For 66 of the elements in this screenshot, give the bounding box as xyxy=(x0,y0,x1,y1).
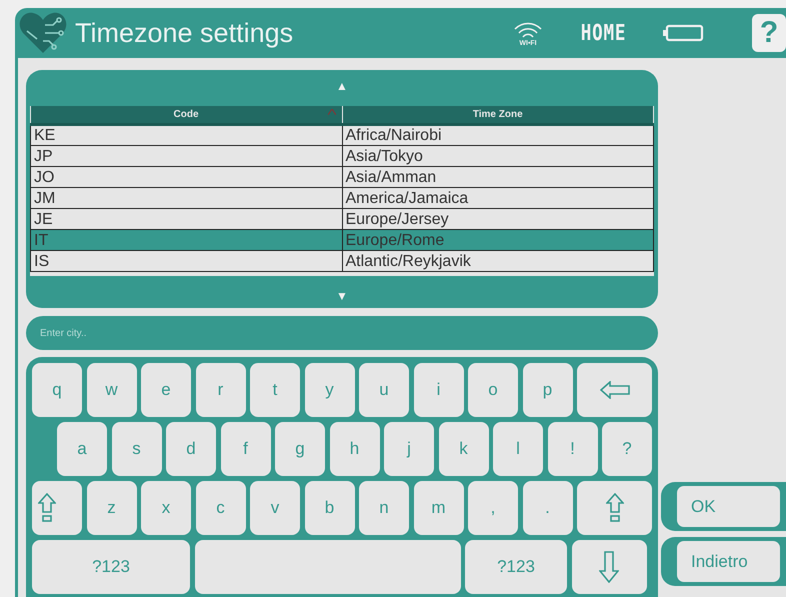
key[interactable]: u xyxy=(359,363,409,417)
symbols-key[interactable]: ?123 xyxy=(465,540,567,594)
key[interactable]: l xyxy=(493,422,543,476)
hide-keyboard-key[interactable] xyxy=(572,540,646,594)
home-link[interactable]: HOME xyxy=(580,16,626,50)
key[interactable]: y xyxy=(304,363,354,417)
key[interactable]: s xyxy=(112,422,162,476)
table-cell[interactable]: IT xyxy=(30,230,342,250)
key[interactable]: . xyxy=(522,481,572,535)
key[interactable]: r xyxy=(196,363,246,417)
key[interactable]: x xyxy=(141,481,191,535)
shift-key[interactable] xyxy=(32,481,82,535)
key[interactable]: v xyxy=(250,481,300,535)
table-cell[interactable]: JM xyxy=(30,188,342,208)
key[interactable]: i xyxy=(414,363,464,417)
scroll-up-button[interactable]: ▲ xyxy=(336,80,348,92)
column-header[interactable]: Time Zone xyxy=(342,106,654,124)
key[interactable]: f xyxy=(220,422,270,476)
table-cell[interactable]: JO xyxy=(30,166,342,188)
key[interactable]: w xyxy=(86,363,136,417)
table-cell[interactable]: Europe/Rome xyxy=(342,230,654,250)
table-cell[interactable]: Asia/Amman xyxy=(342,166,654,188)
table-cell[interactable]: Asia/Tokyo xyxy=(342,146,654,166)
table-cell[interactable]: JP xyxy=(30,146,342,166)
window-title: Timezone settings xyxy=(75,16,294,50)
backspace-arrow-icon xyxy=(600,381,630,399)
key[interactable]: k xyxy=(438,422,488,476)
table-cell[interactable]: America/Jamaica xyxy=(342,188,654,208)
key[interactable]: n xyxy=(359,481,409,535)
ok-button[interactable]: OK xyxy=(677,486,780,527)
symbols-key[interactable]: ?123 xyxy=(32,540,190,594)
key[interactable]: h xyxy=(330,422,380,476)
key[interactable]: z xyxy=(86,481,136,535)
help-button[interactable]: ? xyxy=(752,14,786,52)
table-cell[interactable]: KE xyxy=(30,124,342,146)
shift-arrow-icon xyxy=(606,493,624,523)
back-button[interactable]: Indietro xyxy=(677,541,780,582)
key[interactable]: t xyxy=(250,363,300,417)
key[interactable]: j xyxy=(384,422,434,476)
key[interactable]: d xyxy=(166,422,216,476)
scroll-down-button[interactable]: ▼ xyxy=(336,290,348,302)
key[interactable]: ? xyxy=(602,422,652,476)
key[interactable]: g xyxy=(275,422,325,476)
shift-key[interactable] xyxy=(577,481,652,535)
key[interactable]: m xyxy=(414,481,464,535)
sort-caret-icon xyxy=(328,109,336,115)
table-cell[interactable]: Africa/Nairobi xyxy=(342,124,654,146)
wifi-icon xyxy=(513,20,544,40)
key[interactable]: e xyxy=(141,363,191,417)
key[interactable]: p xyxy=(522,363,572,417)
backspace-key[interactable] xyxy=(577,363,652,417)
key[interactable]: o xyxy=(468,363,518,417)
key[interactable]: ! xyxy=(548,422,598,476)
key[interactable]: q xyxy=(32,363,82,417)
table-cell[interactable]: IS xyxy=(30,250,342,272)
city-search-field[interactable]: Enter city.. xyxy=(26,316,658,350)
key[interactable]: , xyxy=(468,481,518,535)
table-cell[interactable]: Atlantic/Reykjavik xyxy=(342,250,654,272)
key[interactable]: b xyxy=(304,481,354,535)
column-header[interactable]: Code xyxy=(30,106,342,124)
heart-circuit-logo-icon xyxy=(19,11,67,55)
key[interactable]: a xyxy=(57,422,107,476)
down-arrow-icon xyxy=(599,551,619,583)
key[interactable]: c xyxy=(196,481,246,535)
battery-icon xyxy=(662,24,704,42)
shift-arrow-icon xyxy=(38,493,56,523)
